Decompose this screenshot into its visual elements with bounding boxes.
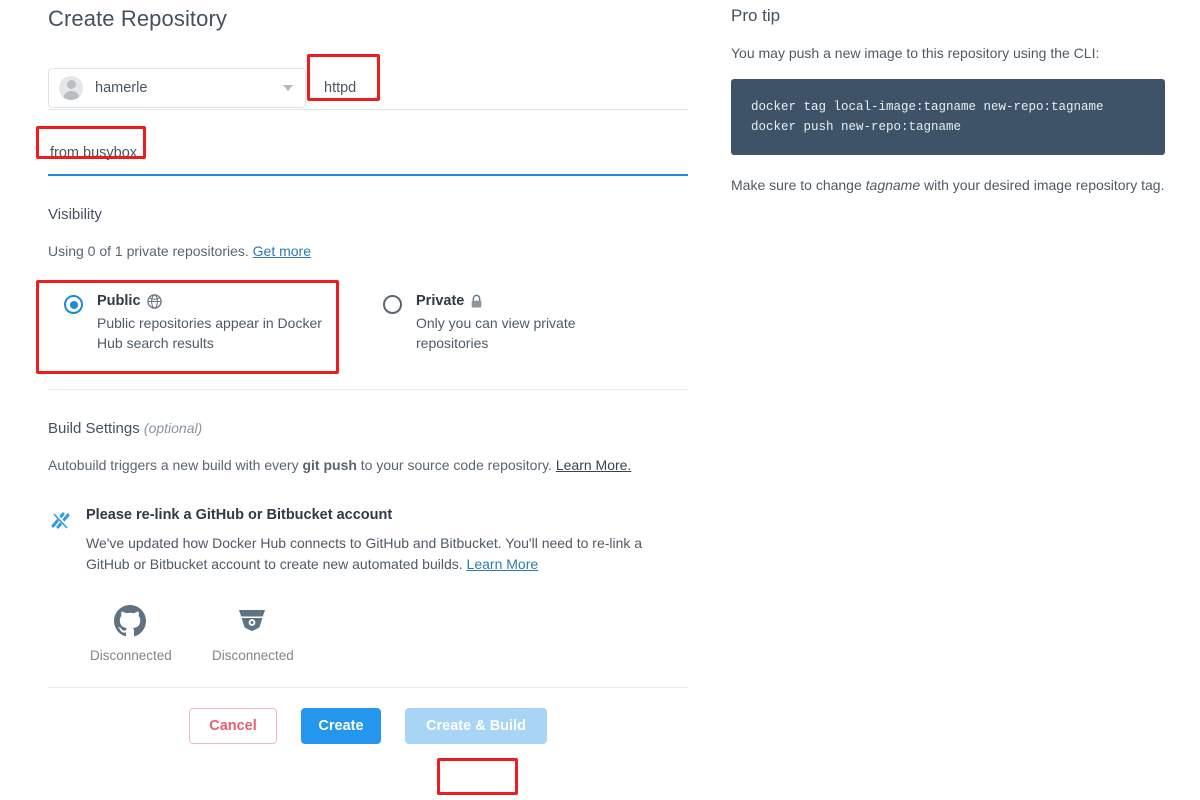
radio-private[interactable] <box>383 295 402 314</box>
create-and-build-button[interactable]: Create & Build <box>405 708 547 744</box>
cancel-button[interactable]: Cancel <box>189 708 277 744</box>
visibility-public-desc: Public repositories appear in Docker Hub… <box>97 315 322 351</box>
visibility-private-desc: Only you can view private repositories <box>416 315 576 351</box>
provider-bitbucket[interactable]: Disconnected <box>212 605 294 663</box>
autobuild-text-1: Autobuild triggers a new build with ever… <box>48 457 303 473</box>
provider-connections: Disconnected Disconnected <box>48 605 688 663</box>
pro-tip-footer-1: Make sure to change <box>731 177 866 193</box>
description-input[interactable] <box>48 132 688 174</box>
provider-github[interactable]: Disconnected <box>90 605 172 663</box>
radio-public[interactable] <box>64 295 83 314</box>
visibility-private-body: Private Only you can view private reposi… <box>416 293 646 353</box>
get-more-link[interactable]: Get more <box>253 243 311 259</box>
broken-link-icon <box>48 507 86 575</box>
autobuild-text-2: to your source code repository. <box>356 457 556 473</box>
create-button[interactable]: Create <box>301 708 381 744</box>
build-settings-heading: Build Settings (optional) <box>48 420 688 437</box>
visibility-public-title: Public <box>97 293 327 309</box>
avatar-icon <box>59 76 83 100</box>
bitbucket-icon[interactable] <box>236 605 268 637</box>
github-icon[interactable] <box>114 605 146 637</box>
relink-text: We've updated how Docker Hub connects to… <box>86 533 686 575</box>
lock-icon <box>472 294 482 307</box>
repository-name-row: hamerle <box>48 68 688 110</box>
build-settings-section: Build Settings (optional) Autobuild trig… <box>48 420 688 663</box>
repository-name-input[interactable] <box>310 68 610 108</box>
visibility-public-body: Public Public repositories appear in Doc… <box>97 293 327 353</box>
visibility-option-private[interactable]: Private Only you can view private reposi… <box>383 279 646 367</box>
code-line-2: docker push new-repo:tagname <box>751 120 962 134</box>
namespace-select[interactable]: hamerle <box>48 68 306 108</box>
pro-tip-intro: You may push a new image to this reposit… <box>731 45 1100 61</box>
build-settings-heading-text: Build Settings <box>48 420 140 437</box>
cli-code-block[interactable]: docker tag local-image:tagname new-repo:… <box>731 79 1165 155</box>
autobuild-learn-more-link[interactable]: Learn More. <box>556 457 631 473</box>
pro-tip-footer-2: with your desired image repository tag. <box>920 177 1165 193</box>
relink-title: Please re-link a GitHub or Bitbucket acc… <box>86 507 393 523</box>
create-repository-page: Create Repository hamerle Visibility Usi… <box>0 0 1200 800</box>
pro-tip-panel: Pro tip You may push a new image to this… <box>731 0 1171 195</box>
visibility-quota: Using 0 of 1 private repositories. Get m… <box>48 243 688 259</box>
chevron-down-icon[interactable] <box>283 85 293 91</box>
pro-tip-title: Pro tip <box>731 6 781 25</box>
pro-tip-footer-em: tagname <box>865 177 921 193</box>
relink-body-text: We've updated how Docker Hub connects to… <box>86 535 643 572</box>
namespace-value: hamerle <box>95 80 148 96</box>
divider-visibility <box>48 389 688 390</box>
globe-icon <box>146 293 162 309</box>
github-status: Disconnected <box>90 648 172 663</box>
annotation-box-create-button <box>437 758 518 795</box>
code-line-1: docker tag local-image:tagname new-repo:… <box>751 100 1104 114</box>
visibility-private-label: Private <box>416 293 465 309</box>
build-settings-optional: (optional) <box>143 420 203 436</box>
relink-body: Please re-link a GitHub or Bitbucket acc… <box>86 507 688 575</box>
action-buttons: Cancel Create Create & Build <box>48 708 688 744</box>
relink-notice: Please re-link a GitHub or Bitbucket acc… <box>48 507 688 575</box>
visibility-heading: Visibility <box>48 206 102 223</box>
page-title: Create Repository <box>48 6 227 31</box>
visibility-private-title: Private <box>416 293 646 309</box>
description-field-wrapper <box>48 132 688 176</box>
create-repository-form: Create Repository hamerle Visibility Usi… <box>48 0 688 744</box>
pro-tip-footer: Make sure to change tagname with your de… <box>731 175 1171 195</box>
visibility-section: Visibility Using 0 of 1 private reposito… <box>48 206 688 367</box>
autobuild-git-push: git push <box>302 457 357 473</box>
bitbucket-status: Disconnected <box>212 648 294 663</box>
visibility-options: Public Public repositories appear in Doc… <box>48 279 688 367</box>
divider-actions <box>48 687 688 688</box>
visibility-quota-text: Using 0 of 1 private repositories. <box>48 243 249 259</box>
relink-learn-more-link[interactable]: Learn More <box>467 556 539 572</box>
visibility-option-public[interactable]: Public Public repositories appear in Doc… <box>48 279 353 367</box>
visibility-public-label: Public <box>97 293 141 309</box>
autobuild-description: Autobuild triggers a new build with ever… <box>48 457 688 473</box>
